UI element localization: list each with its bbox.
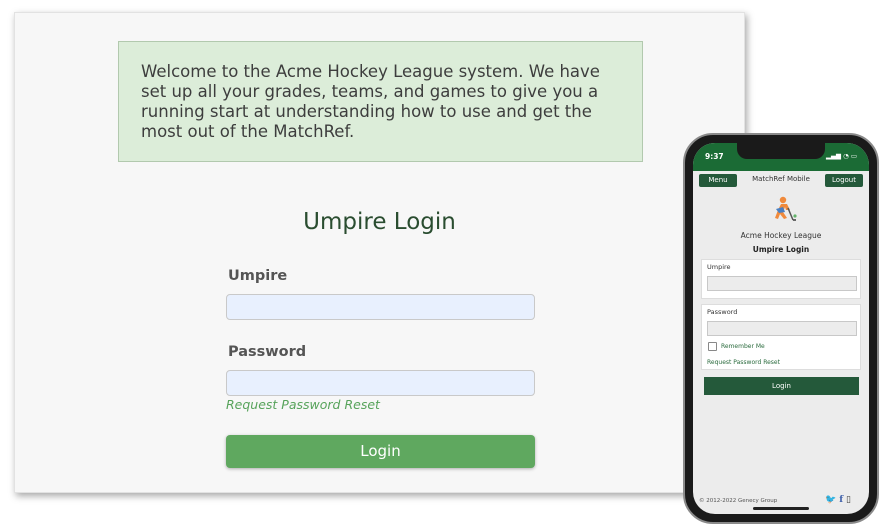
password-card: Password Remember Me Request Password Re…	[701, 304, 861, 370]
facebook-icon[interactable]: f	[839, 495, 843, 505]
request-password-reset-link[interactable]: Request Password Reset	[226, 397, 380, 412]
mobile-title: Umpire Login	[752, 245, 810, 254]
mobile-umpire-input[interactable]	[707, 276, 857, 291]
mobile-navbar: MatchRef Mobile Menu Logout	[693, 171, 869, 191]
mobile-umpire-label: Umpire	[707, 263, 731, 271]
welcome-message: Welcome to the Acme Hockey League system…	[118, 41, 643, 162]
password-label: Password	[228, 344, 307, 360]
twitter-icon[interactable]: 🐦	[825, 495, 836, 505]
page-title: Umpire Login	[303, 209, 456, 235]
footer-social-icons: 🐦 f ▯	[825, 495, 851, 505]
mobile-reset-link[interactable]: Request Password Reset	[707, 359, 780, 366]
desktop-login-panel: Welcome to the Acme Hockey League system…	[14, 12, 745, 493]
password-input[interactable]	[226, 370, 535, 396]
mobile-password-input[interactable]	[707, 321, 857, 336]
umpire-label: Umpire	[228, 268, 288, 284]
menu-button[interactable]: Menu	[699, 174, 737, 187]
home-indicator	[753, 507, 809, 510]
remember-me-checkbox[interactable]	[708, 342, 717, 351]
footer-copyright: © 2012-2022 Genecy Group	[699, 498, 778, 504]
hockey-player-logo-icon	[775, 196, 797, 221]
phone-frame: 9:37 ▂▄▆ ◔ ▭ MatchRef Mobile Menu Logout…	[683, 133, 879, 524]
phone-screen: 9:37 ▂▄▆ ◔ ▭ MatchRef Mobile Menu Logout…	[693, 143, 869, 514]
remember-me-label[interactable]: Remember Me	[721, 343, 765, 350]
phone-notch	[737, 143, 825, 159]
umpire-card: Umpire	[701, 259, 861, 299]
login-button[interactable]: Login	[226, 435, 535, 468]
league-name: Acme Hockey League	[740, 231, 822, 240]
signal-wifi-battery-icon: ▂▄▆ ◔ ▭	[826, 152, 857, 160]
mobile-password-label: Password	[707, 308, 738, 316]
mobile-login-button[interactable]: Login	[704, 377, 859, 395]
phone-icon[interactable]: ▯	[846, 495, 851, 505]
status-time: 9:37	[705, 152, 724, 161]
logout-button[interactable]: Logout	[825, 174, 863, 187]
umpire-input[interactable]	[226, 294, 535, 320]
